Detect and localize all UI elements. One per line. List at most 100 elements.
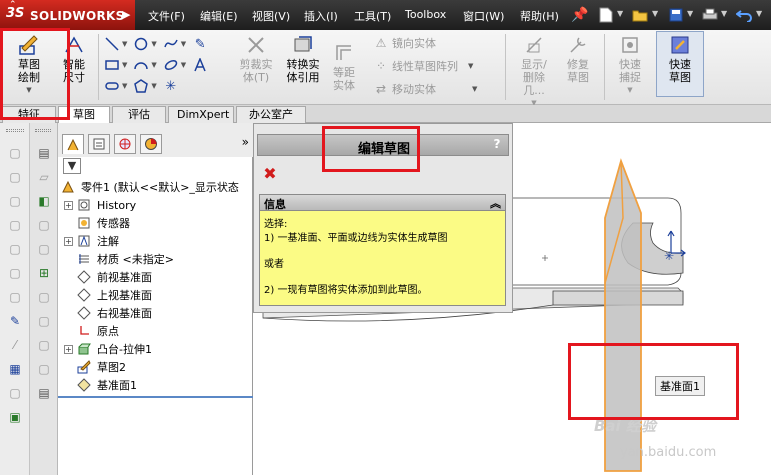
tree-item-annotations[interactable]: + 注解 — [64, 232, 119, 250]
circle-icon[interactable] — [133, 36, 149, 52]
mirror-entities-button[interactable]: ⚠ 镜向实体 — [374, 35, 436, 51]
box-icon[interactable]: ▢ — [7, 241, 23, 257]
tree-item-sensors[interactable]: 传感器 — [64, 214, 130, 232]
solidworks-logo[interactable]: ⌃ 3S SOLIDWORKS ▶ — [0, 0, 135, 30]
feature-tree-tab-icon[interactable] — [62, 134, 84, 154]
tab-evaluate[interactable]: 评估 — [112, 106, 166, 123]
open-folder-icon[interactable] — [630, 5, 650, 25]
box-icon[interactable]: ▢ — [36, 337, 52, 353]
tree-item-top-plane[interactable]: 上视基准面 — [64, 286, 152, 304]
menu-window[interactable]: 窗口(W) — [463, 8, 504, 24]
tree-item-front-plane[interactable]: 前视基准面 — [64, 268, 152, 286]
table-icon[interactable]: ▤ — [36, 385, 52, 401]
toolbar-grip[interactable] — [35, 129, 51, 132]
tree-item-origin[interactable]: 原点 — [64, 322, 119, 340]
menu-file[interactable]: 文件(F) — [148, 8, 185, 24]
extrude-icon[interactable]: ▣ — [7, 409, 23, 425]
linear-pattern-button[interactable]: ⁘ 线性草图阵列 ▼ — [374, 58, 479, 74]
add-feature-icon[interactable]: ⊞ — [36, 265, 52, 281]
dropdown-arrow-icon[interactable]: ▼ — [468, 62, 473, 70]
box-icon[interactable]: ▢ — [7, 145, 23, 161]
dropdown-arrow-icon[interactable]: ▼ — [721, 9, 727, 18]
collapse-icon[interactable]: ︽ — [490, 195, 501, 211]
repair-sketch-button[interactable]: 修复草图 — [558, 32, 598, 84]
box-icon[interactable]: ▢ — [36, 241, 52, 257]
box-icon[interactable]: ▢ — [7, 289, 23, 305]
rectangle-icon[interactable] — [104, 57, 120, 73]
dropdown-arrow-icon[interactable]: ▼ — [181, 40, 186, 48]
tree-item-plane1[interactable]: 基准面1 — [64, 376, 137, 394]
point-icon[interactable]: ✳ — [163, 78, 179, 94]
sketch-pencil-icon[interactable]: ✎ — [7, 313, 23, 329]
expand-icon[interactable]: + — [64, 236, 73, 246]
feature-icon[interactable]: ◧ — [36, 193, 52, 209]
box-icon[interactable]: ▢ — [7, 169, 23, 185]
trim-button[interactable]: 剪裁实体(T) — [236, 32, 276, 84]
offset-entities-button[interactable]: 等距实体 — [328, 40, 360, 92]
brand-arrow-icon[interactable]: ▶ — [122, 8, 130, 21]
display-manager-tab-icon[interactable] — [140, 134, 162, 154]
dropdown-arrow-icon[interactable]: ▼ — [652, 9, 658, 18]
table-icon[interactable]: ▤ — [36, 145, 52, 161]
pin-icon[interactable]: 📌 — [570, 5, 590, 25]
menu-tools[interactable]: 工具(T) — [354, 8, 391, 24]
dropdown-arrow-icon[interactable]: ▼ — [617, 9, 623, 18]
dropdown-arrow-icon[interactable]: ▼ — [181, 61, 186, 69]
box-icon[interactable]: ▢ — [7, 265, 23, 281]
menu-toolbox[interactable]: Toolbox — [405, 8, 446, 21]
dropdown-arrow-icon[interactable]: ▼ — [151, 61, 156, 69]
spline-icon[interactable] — [163, 36, 179, 52]
box-icon[interactable]: ▢ — [36, 361, 52, 377]
info-header[interactable]: 信息 ︽ — [260, 195, 505, 211]
arc-icon[interactable] — [133, 57, 149, 73]
tree-item-history[interactable]: + History — [64, 196, 136, 214]
menu-help[interactable]: 帮助(H) — [520, 8, 559, 24]
text-icon[interactable] — [192, 57, 208, 73]
dropdown-arrow-icon[interactable]: ▼ — [151, 82, 156, 90]
plane-icon[interactable]: ▱ — [36, 169, 52, 185]
filter-icon[interactable]: ▼ — [63, 158, 81, 174]
undo-icon[interactable] — [734, 5, 754, 25]
box-icon[interactable]: ▢ — [36, 217, 52, 233]
dropdown-arrow-icon[interactable]: ▼ — [122, 82, 127, 90]
save-icon[interactable] — [666, 5, 686, 25]
ellipse-icon[interactable] — [163, 57, 179, 73]
configuration-tab-icon[interactable] — [114, 134, 136, 154]
menu-view[interactable]: 视图(V) — [252, 8, 290, 24]
quick-snaps-button[interactable]: 快速捕捉 ▼ — [610, 32, 650, 97]
tree-item-sketch2[interactable]: 草图2 — [64, 358, 126, 376]
dropdown-arrow-icon[interactable]: ▼ — [756, 9, 762, 18]
tab-office-products[interactable]: 办公室产品 — [236, 106, 306, 137]
line-icon[interactable] — [104, 36, 120, 52]
quick-snaps-dropdown-icon[interactable]: ▼ — [610, 84, 650, 97]
grid-icon[interactable]: ▦ — [7, 361, 23, 377]
expand-panel-icon[interactable]: » — [242, 135, 249, 149]
box-icon[interactable]: ▢ — [36, 289, 52, 305]
expand-icon[interactable]: + — [64, 200, 73, 210]
show-hide-button[interactable]: 显示/删除几... ▼ — [512, 32, 556, 110]
box-icon[interactable]: ▢ — [7, 217, 23, 233]
box-icon[interactable]: ▢ — [7, 385, 23, 401]
rapid-sketch-button[interactable]: 快速草图 — [656, 31, 704, 97]
property-manager-tab-icon[interactable] — [88, 134, 110, 154]
smart-line-icon[interactable]: ✎ — [192, 36, 208, 52]
tree-item-boss-extrude[interactable]: + 凸台-拉伸1 — [64, 340, 152, 358]
dropdown-arrow-icon[interactable]: ▼ — [122, 61, 127, 69]
close-icon[interactable]: ✖ — [262, 166, 278, 182]
dropdown-arrow-icon[interactable]: ▼ — [472, 85, 477, 93]
convert-entities-button[interactable]: 转换实体引用 — [282, 32, 324, 84]
tree-item-material[interactable]: 材质 <未指定> — [64, 250, 174, 268]
tab-dimxpert[interactable]: DimXpert — [168, 106, 234, 123]
tree-root[interactable]: 零件1 (默认<<默认>_显示状态 — [60, 178, 239, 196]
slot-icon[interactable] — [104, 78, 120, 94]
polygon-icon[interactable] — [133, 78, 149, 94]
relation-icon[interactable]: ⁄ — [7, 337, 23, 353]
menu-edit[interactable]: 编辑(E) — [200, 8, 238, 24]
expand-icon[interactable]: + — [64, 344, 73, 354]
tree-item-right-plane[interactable]: 右视基准面 — [64, 304, 152, 322]
dropdown-arrow-icon[interactable]: ▼ — [687, 9, 693, 18]
box-icon[interactable]: ▢ — [7, 193, 23, 209]
move-entities-button[interactable]: ⇄ 移动实体 ▼ — [374, 81, 483, 97]
new-document-icon[interactable] — [596, 5, 616, 25]
menu-insert[interactable]: 插入(I) — [304, 8, 338, 24]
